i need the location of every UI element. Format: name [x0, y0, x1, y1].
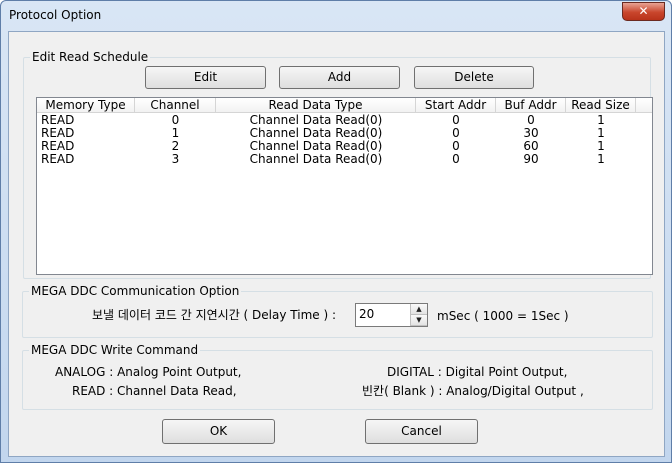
- analog-description: ANALOG : Analog Point Output,: [55, 365, 242, 379]
- column-header-read-size[interactable]: Read Size: [566, 98, 636, 113]
- close-icon: ✕: [638, 4, 649, 18]
- cell-start-addr: 0: [452, 127, 460, 140]
- table-row[interactable]: READ 1 Channel Data Read(0) 0 30 1: [37, 127, 652, 140]
- cell-read-data-type: Channel Data Read(0): [249, 114, 383, 127]
- write-command-legend: MEGA DDC Write Command: [29, 343, 201, 357]
- cell-start-addr: 0: [452, 153, 460, 166]
- spinner-arrows: ▲ ▼: [410, 304, 427, 326]
- cell-start-addr: 0: [452, 140, 460, 153]
- cell-buf-addr: 0: [527, 114, 535, 127]
- cell-buf-addr: 90: [523, 153, 539, 166]
- column-header-start-addr[interactable]: Start Addr: [416, 98, 496, 113]
- write-command-group: MEGA DDC Write Command: [22, 343, 653, 410]
- cell-read-size: 1: [597, 127, 605, 140]
- column-header-buf-addr[interactable]: Buf Addr: [496, 98, 566, 113]
- cell-read-data-type: Channel Data Read(0): [249, 153, 383, 166]
- delay-time-input[interactable]: 20: [359, 307, 374, 321]
- list-header: Memory Type Channel Read Data Type Start…: [37, 98, 652, 113]
- table-row[interactable]: READ 2 Channel Data Read(0) 0 60 1: [37, 140, 652, 153]
- delay-time-spinner[interactable]: 20 ▲ ▼: [355, 303, 428, 327]
- column-header-read-data-type[interactable]: Read Data Type: [216, 98, 416, 113]
- cell-memory-type: READ: [41, 114, 75, 127]
- cell-read-data-type: Channel Data Read(0): [249, 140, 383, 153]
- dialog-client: Edit Read Schedule Edit Add Delete Memor…: [8, 31, 665, 457]
- delete-button[interactable]: Delete: [414, 66, 534, 89]
- column-header-channel[interactable]: Channel: [135, 98, 216, 113]
- edit-read-schedule-legend: Edit Read Schedule: [30, 50, 151, 64]
- add-button[interactable]: Add: [279, 66, 400, 89]
- protocol-option-dialog: Protocol Option ✕ Edit Read Schedule Edi…: [0, 0, 672, 463]
- cell-read-data-type: Channel Data Read(0): [249, 127, 383, 140]
- spin-up-icon[interactable]: ▲: [411, 304, 427, 315]
- column-header-memory-type[interactable]: Memory Type: [37, 98, 135, 113]
- ok-button[interactable]: OK: [162, 419, 275, 444]
- cell-memory-type: READ: [41, 140, 75, 153]
- communication-option-legend: MEGA DDC Communication Option: [29, 284, 242, 298]
- cell-channel: 2: [171, 140, 180, 153]
- list-body: READ 0 Channel Data Read(0) 0 0 1 READ 1…: [37, 114, 652, 166]
- cell-start-addr: 0: [452, 114, 460, 127]
- window-title: Protocol Option: [9, 8, 102, 22]
- cell-channel: 0: [171, 114, 180, 127]
- table-row[interactable]: READ 3 Channel Data Read(0) 0 90 1: [37, 153, 652, 166]
- delay-time-label: 보낼 데이터 코드 간 지연시간 ( Delay Time ) :: [92, 308, 336, 322]
- cell-memory-type: READ: [41, 127, 75, 140]
- title-bar[interactable]: Protocol Option ✕: [1, 1, 671, 31]
- cell-buf-addr: 30: [523, 127, 539, 140]
- spin-down-icon[interactable]: ▼: [411, 315, 427, 326]
- edit-button[interactable]: Edit: [145, 66, 266, 89]
- cell-read-size: 1: [597, 140, 605, 153]
- cell-channel: 1: [171, 127, 180, 140]
- cell-read-size: 1: [597, 114, 605, 127]
- cell-channel: 3: [171, 153, 180, 166]
- cell-buf-addr: 60: [523, 140, 539, 153]
- read-description: READ : Channel Data Read,: [72, 384, 237, 398]
- blank-description: 빈칸( Blank ) : Analog/Digital Output ,: [362, 384, 584, 398]
- digital-description: DIGITAL : Digital Point Output,: [387, 365, 568, 379]
- delay-unit-label: mSec ( 1000 = 1Sec ): [437, 309, 569, 323]
- cell-read-size: 1: [597, 153, 605, 166]
- cancel-button[interactable]: Cancel: [365, 419, 478, 444]
- table-row[interactable]: READ 0 Channel Data Read(0) 0 0 1: [37, 114, 652, 127]
- read-schedule-list[interactable]: Memory Type Channel Read Data Type Start…: [36, 97, 653, 275]
- cell-memory-type: READ: [41, 153, 75, 166]
- close-button[interactable]: ✕: [622, 2, 665, 21]
